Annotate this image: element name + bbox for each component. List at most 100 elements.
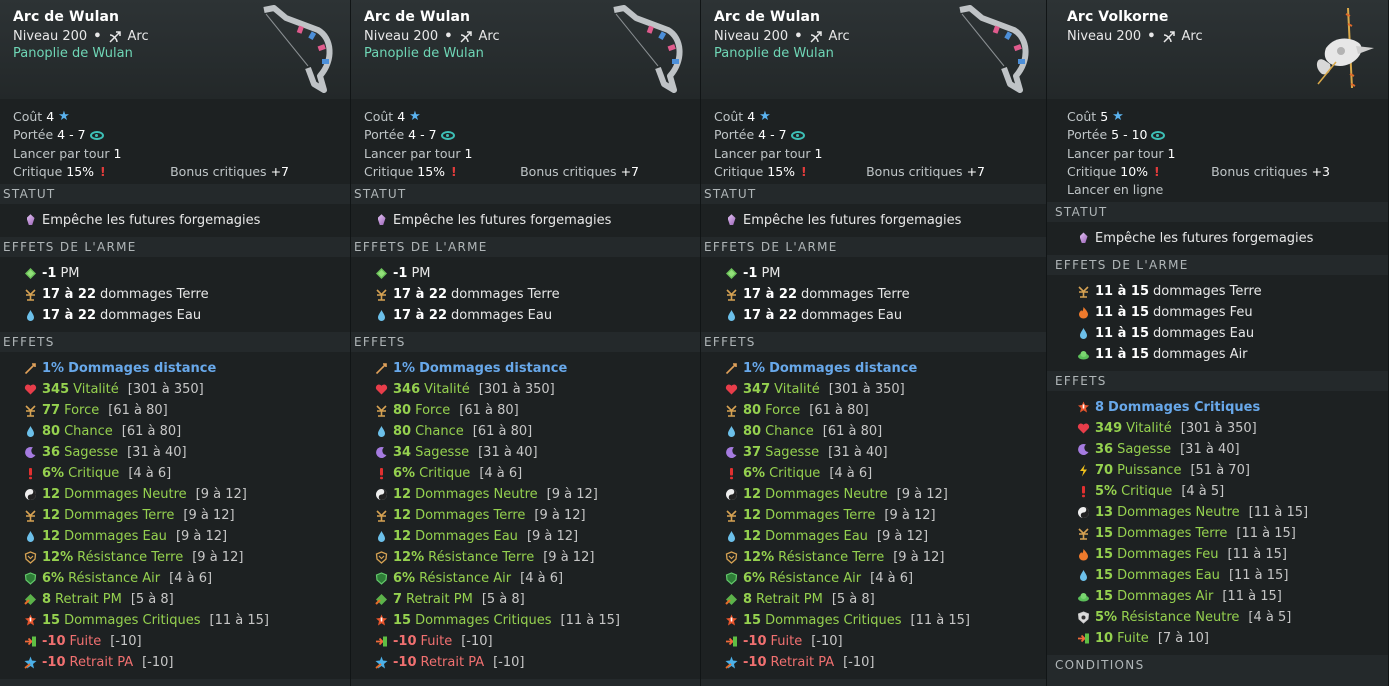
item-card[interactable]: Arc de Wulan Niveau 200 • Arc Panoplie de Wu… <box>0 0 351 686</box>
statut-block: Empêche les futures forgemagies <box>351 204 700 238</box>
statut-text: Empêche les futures forgemagies <box>1095 231 1314 247</box>
res-air-icon <box>725 572 738 585</box>
effect-text: Vitalité <box>73 382 119 398</box>
effect-line: 6% Critique [4 à 6] <box>375 463 687 484</box>
weapon-effects-block: -1 PM 17 à 22 dommages Terre 17 à 22 dommages… <box>0 257 350 333</box>
effect-line: 345 Vitalité [301 à 350] <box>24 379 337 400</box>
effect-text: Puissance <box>1117 463 1182 479</box>
effect-value: 37 <box>743 445 762 461</box>
weapon-effect-text: dommages Eau <box>100 308 202 324</box>
effect-value: -10 <box>743 634 767 650</box>
effect-range: [9 à 12] <box>543 550 595 566</box>
effect-range: [31 à 40] <box>828 445 888 461</box>
effect-value: 12% <box>42 550 74 566</box>
effect-text: Force <box>415 403 451 419</box>
res-neutre-icon <box>1077 611 1090 625</box>
crit-icon <box>1077 485 1090 498</box>
crit-bonus-label: Bonus critiques <box>520 163 617 179</box>
effect-value: 12% <box>393 550 425 566</box>
effect-value: 12 <box>743 508 762 524</box>
effect-line: 77 Force [61 à 80] <box>24 400 337 421</box>
item-level: Niveau 200 <box>714 29 789 44</box>
effect-line: 8 Retrait PM [5 à 8] <box>725 589 1033 610</box>
statut-text: Empêche les futures forgemagies <box>743 213 962 229</box>
arc-de-wulan-image <box>613 5 683 93</box>
effect-range: [9 à 12] <box>183 508 235 524</box>
effect-line: 6% Critique [4 à 6] <box>24 463 337 484</box>
pa-star-icon: ★ <box>759 109 771 124</box>
effect-line: 80 Chance [61 à 80] <box>725 421 1033 442</box>
eau-icon <box>24 530 37 543</box>
effect-range: [11 à 15] <box>209 613 269 629</box>
item-level: Niveau 200 <box>1067 29 1142 44</box>
res-terre-icon <box>725 551 738 565</box>
effect-value: 8 <box>42 592 52 608</box>
effect-text: Sagesse <box>765 445 820 461</box>
casts-label: Lancer par tour <box>714 145 811 161</box>
effect-range: [-10] <box>461 634 493 650</box>
retrait-pa-icon <box>725 656 738 669</box>
eau-icon <box>375 425 388 438</box>
effect-value: 77 <box>42 403 61 419</box>
cost-line: Coût 4 ★ <box>364 108 687 126</box>
effect-text: Vitalité <box>774 382 820 398</box>
sagesse-icon <box>24 446 37 459</box>
effect-value: 15 <box>42 613 61 629</box>
effect-text: Fuite <box>69 634 102 650</box>
weapon-effects-header: EFFETS DE L'ARME <box>0 237 350 258</box>
effect-value: 15 <box>1095 526 1114 542</box>
terre-icon <box>725 509 738 522</box>
range-line: Portée 4 - 7 <box>714 126 1033 144</box>
item-card[interactable]: Arc Volkorne Niveau 200 • Arc Coût 5 ★ Portée … <box>1047 0 1389 686</box>
arc-volkorne-image <box>1316 7 1374 89</box>
effect-value: 15 <box>393 613 412 629</box>
effect-line: 34 Sagesse [31 à 40] <box>375 442 687 463</box>
effect-range: [9 à 12] <box>884 508 936 524</box>
effect-text: Dommages Feu <box>1117 547 1219 563</box>
effect-range: [51 à 70] <box>1190 463 1250 479</box>
effect-line: 12 Dommages Terre [9 à 12] <box>375 505 687 526</box>
item-type: Arc <box>828 29 850 44</box>
eye-icon <box>790 130 805 140</box>
effect-range: [61 à 80] <box>121 424 182 440</box>
weapon-effect-line: 11 à 15 dommages Terre <box>1077 281 1375 302</box>
effect-text: Dommages Neutre <box>64 487 187 503</box>
statut-header: STATUT <box>1047 202 1388 223</box>
effect-line: 7 Retrait PM [5 à 8] <box>375 589 687 610</box>
effect-range: [5 à 8] <box>481 592 525 608</box>
effect-line: 15 Dommages Critiques [11 à 15] <box>24 610 337 631</box>
weapon-effect-line: -1 PM <box>24 263 337 284</box>
crit-bonus-value: +7 <box>270 163 289 179</box>
effect-range: [-10] <box>843 655 875 671</box>
item-card[interactable]: Arc de Wulan Niveau 200 • Arc Panoplie de Wu… <box>701 0 1047 686</box>
crit-line: Critique 15%! Bonus critiques +7 <box>714 163 1033 181</box>
weapon-effect-text: dommages Air <box>1153 347 1248 363</box>
terre-icon <box>375 288 388 301</box>
effect-value: -10 <box>393 655 417 671</box>
effect-line: 8 Dommages Critiques <box>1077 397 1375 418</box>
effect-text: Dommages Neutre <box>765 487 888 503</box>
heart-icon <box>24 383 37 396</box>
effect-range: [9 à 12] <box>876 529 929 545</box>
item-card[interactable]: Arc de Wulan Niveau 200 • Arc Panoplie de Wu… <box>351 0 701 686</box>
effect-text: Résistance Terre <box>428 550 535 566</box>
eau-icon <box>725 425 738 438</box>
effect-text: Fuite <box>770 634 803 650</box>
effect-line: 15 Dommages Critiques [11 à 15] <box>725 610 1033 631</box>
effect-text: Critique <box>1121 484 1173 500</box>
weapon-effect-value: -1 <box>393 266 408 282</box>
effect-range: [9 à 12] <box>195 487 247 503</box>
crystal-icon <box>375 214 388 227</box>
weapon-effect-line: -1 PM <box>725 263 1033 284</box>
crit-bonus-label: Bonus critiques <box>866 163 963 179</box>
weapon-effects-block: -1 PM 17 à 22 dommages Terre 17 à 22 dommages… <box>701 257 1046 333</box>
effect-range: [9 à 12] <box>546 487 598 503</box>
effect-range: [4 à 5] <box>1248 610 1292 626</box>
dommages-crit-icon <box>725 614 738 627</box>
effects-block: 1% Dommages distance 346 Vitalité [301 à 350… <box>351 352 700 680</box>
range-label: Portée <box>714 127 755 143</box>
crit-line: Critique 15%! Bonus critiques +7 <box>364 163 687 181</box>
cost-value: 5 <box>1100 109 1109 124</box>
effect-value: 1% <box>393 361 416 377</box>
crit-label: Critique <box>1067 163 1117 179</box>
